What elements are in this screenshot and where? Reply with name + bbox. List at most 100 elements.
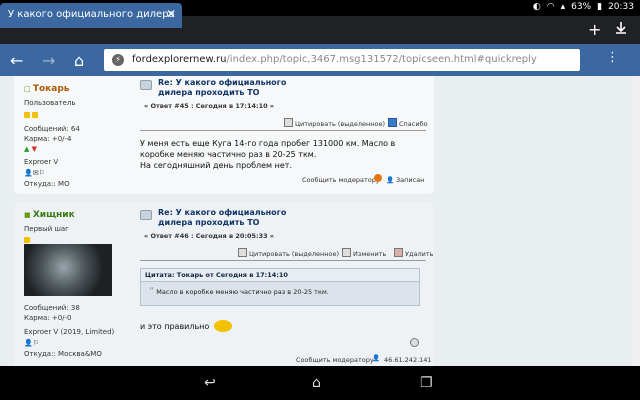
home-button-icon[interactable]: ⌂ [312,375,321,391]
url-host: fordexplorernew.ru [132,54,227,65]
post-divider [140,260,426,261]
author-details: Сообщений: 38 Карма: +0/-0 Exproer V (20… [24,304,114,358]
warning-icon [374,174,382,184]
battery-level: 63% [571,2,592,12]
quote-header[interactable]: Цитата: Токарь от Сегодня в 17:14:10 [140,268,420,282]
menu-icon[interactable]: ⋮ [606,50,619,65]
post-meta: « Ответ #46 : Сегодня в 20:05:33 » [144,232,274,240]
battery-icon: ▮ [597,2,603,12]
topic-icon [140,80,152,90]
post-body-line: У меня есть еще Куга 14-го года пробег 1… [140,139,396,159]
post-subject[interactable]: Re: У какого официального дилера проходи… [158,208,298,228]
back-icon[interactable]: ↩ [204,375,216,391]
site-info-icon[interactable]: ⚡ [112,54,124,66]
thanks-label: Спасибо [399,120,428,128]
reload-icon[interactable]: ↻ [563,52,574,67]
author-car: Exproer V [24,158,59,166]
author-car: Exproer V (2019, Limited) [24,328,115,336]
quote-button[interactable]: Цитировать (выделенное) [284,118,385,128]
post-body-line: На сегодняшний день проблем нет. [140,161,292,170]
author-rank: Первый шаг [24,225,69,233]
author-name[interactable]: Хищник [33,210,75,220]
rank-star-icon [24,112,30,118]
author-messages: Сообщений: 64 [24,125,80,133]
delete-icon [394,248,403,257]
quote-text: Масло в коробке меняю частично раз в 20-… [156,288,329,296]
post-number: « Ответ #45 : [144,102,194,110]
post-number: « Ответ #46 : [144,232,194,240]
post-date: Сегодня в 20:05:33 [195,232,268,240]
author-contact-icons: 👤✉⚐ [24,169,45,177]
signal-icon: ▴ [560,2,566,12]
quote-label: Цитировать (выделенное) [295,120,386,128]
toggle-icon: ◐ [532,2,541,12]
address-bar: ← → ⌂ ⚡ fordexplorernew.ru/index.php/top… [0,44,640,76]
author-location: Откуда:: МО [24,180,70,188]
edit-icon [342,248,351,257]
post-ip: 46.61.242.141 [384,356,432,364]
logged-ip-icon: 👤 [386,176,395,184]
post-body: и это правильно [140,320,232,332]
scrollbar[interactable] [632,76,640,366]
forum-page: □ Токарь Пользователь Сообщений: 64 Карм… [0,76,640,366]
delete-label: Удалить [405,250,434,258]
logged-label: Записан [396,176,425,184]
edit-history-icon [410,338,421,348]
rank-star-icon [32,112,38,118]
quote-button[interactable]: Цитировать (выделенное) [238,248,339,258]
report-link[interactable]: Сообщить модератору [296,356,374,364]
author-location: Откуда:: Москва&МО [24,350,102,358]
author-rank: Пользователь [24,99,76,107]
author-karma: Карма: +0/-4 [24,135,72,143]
thanks-button[interactable]: Спасибо [388,118,428,128]
url-path: /index.php/topic,3467.msg131572/topicsee… [226,54,537,65]
forum-post: ■ Хищник Первый шаг Сообщений: 38 Карма:… [14,202,434,366]
recents-icon[interactable]: ❐ [420,375,433,391]
back-arrow-icon[interactable]: ← [10,51,23,70]
tab-close-icon[interactable]: ✕ [166,7,176,21]
karma-down-icon[interactable]: ▼ [32,145,37,153]
url-field[interactable]: ⚡ fordexplorernew.ru/index.php/topic,346… [104,49,580,71]
clock: 20:33 [608,2,634,12]
post-meta-end: » [269,232,274,240]
quote-label: Цитировать (выделенное) [249,250,340,258]
delete-button[interactable]: Удалить [394,248,433,258]
quote-body: “ Масло в коробке меняю частично раз в 2… [140,282,420,306]
karma-up-icon[interactable]: ▲ [24,145,29,153]
post-body-text: и это правильно [140,322,210,331]
forum-post: □ Токарь Пользователь Сообщений: 64 Карм… [14,76,434,194]
forward-arrow-icon[interactable]: → [42,51,55,70]
tab-title: У какого официального дилера [8,9,175,20]
post-subject[interactable]: Re: У какого официального дилера проходи… [158,78,298,98]
new-tab-icon[interactable]: + [588,20,601,39]
avatar [24,244,112,296]
author-info: ■ Хищник Первый шаг [24,210,75,245]
wifi-icon: ◠ [546,2,555,12]
author-karma: Карма: +0/-0 [24,314,72,322]
smiley-icon [213,320,232,332]
post-meta-end: » [269,102,274,110]
logged-ip-icon: 👤 [372,354,381,362]
author-contact-icons: 👤⚐ [24,339,39,347]
post-body: У меня есть еще Куга 14-го года пробег 1… [140,138,426,171]
status-icon: ■ [24,211,31,219]
author-info: □ Токарь Пользователь Сообщений: 64 Карм… [24,84,80,188]
rank-star-icon [24,237,30,243]
edit-button[interactable]: Изменить [342,248,386,258]
edit-label: Изменить [353,250,387,258]
quote-block: Цитата: Токарь от Сегодня в 17:14:10 “ М… [140,268,420,306]
android-nav-bar: ↩ ⌂ ❐ [0,366,640,400]
status-icon: □ [24,85,31,93]
post-date: Сегодня в 17:14:10 [195,102,268,110]
quote-mark-icon: “ [149,286,155,297]
author-messages: Сообщений: 38 [24,304,80,312]
thanks-icon [388,118,397,127]
quote-icon [284,118,293,127]
home-icon[interactable]: ⌂ [74,51,84,70]
browser-tab[interactable]: У какого официального дилера ✕ [0,3,182,28]
topic-icon [140,210,152,220]
report-link[interactable]: Сообщить модератору [302,176,380,184]
author-name[interactable]: Токарь [33,84,70,94]
downloads-icon[interactable] [614,20,628,34]
quote-icon [238,248,247,257]
